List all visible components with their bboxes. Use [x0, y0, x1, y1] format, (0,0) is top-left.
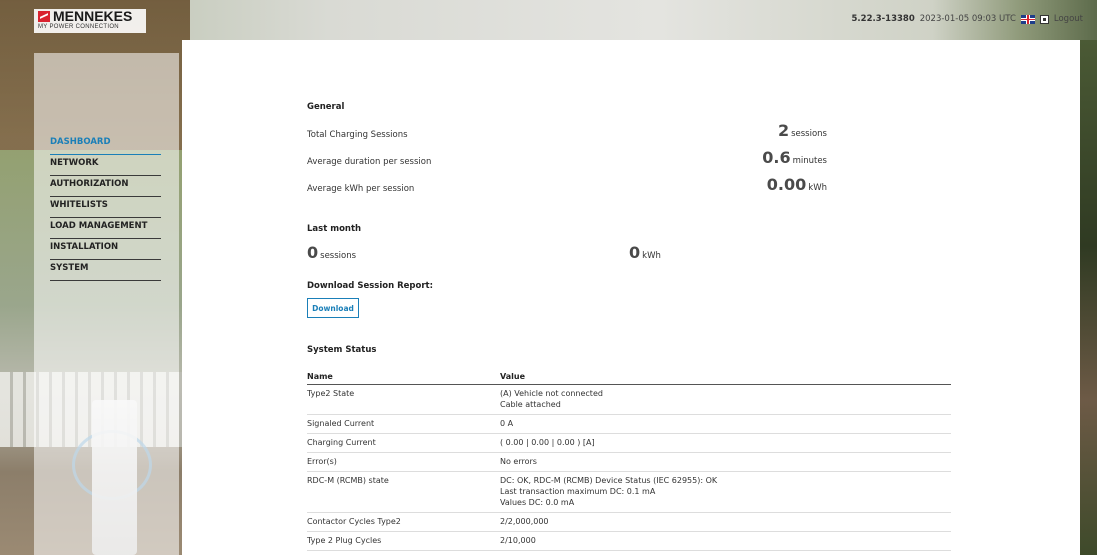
last-month-sessions-stat: 0 sessions — [307, 243, 356, 262]
status-name-cell: Type2 State — [307, 384, 500, 415]
status-name-cell: Error(s) — [307, 452, 500, 472]
last-month-kwh-unit: kWh — [642, 251, 661, 261]
status-value-line: DC: OK, RDC-M (RCMB) Device Status (IEC … — [500, 476, 718, 485]
status-value-line: Cable attached — [500, 400, 561, 409]
sidebar-item-installation[interactable]: INSTALLATION — [50, 239, 161, 260]
table-row: Contactor Cycles Type2 2/2,000,000 — [307, 512, 951, 532]
system-status-table: Name Value Type2 State (A) Vehicle not c… — [307, 369, 951, 551]
sidebar-item-dashboard[interactable]: DASHBOARD — [50, 134, 161, 155]
status-name-cell: Contactor Cycles Type2 — [307, 512, 500, 532]
status-value-line: 0 A — [500, 419, 514, 428]
status-value-cell: (A) Vehicle not connected Cable attached — [500, 384, 951, 415]
avg-kwh-label: Average kWh per session — [307, 184, 415, 194]
status-value-line: 2/10,000 — [500, 536, 536, 545]
last-month-kwh-stat: 0 kWh — [629, 243, 661, 262]
sidebar-item-load-management[interactable]: LOAD MANAGEMENT — [50, 218, 161, 239]
logo-tagline: MY POWER CONNECTION — [38, 24, 119, 30]
sidebar-item-network[interactable]: NETWORK — [50, 155, 161, 176]
general-heading: General — [307, 102, 345, 112]
mennekes-logo-icon — [38, 11, 50, 22]
table-row: Error(s) No errors — [307, 452, 951, 472]
status-value-line: Last transaction maximum DC: 0.1 mA — [500, 487, 656, 496]
status-value-cell: 2/10,000 — [500, 531, 951, 551]
logout-icon[interactable] — [1039, 14, 1049, 24]
uk-flag-icon[interactable] — [1020, 14, 1035, 24]
avg-kwh-stat: 0.00 kWh — [767, 175, 827, 194]
status-name-cell: Type 2 Plug Cycles — [307, 531, 500, 551]
sidebar-item-system[interactable]: SYSTEM — [50, 260, 161, 281]
status-value-line: ( 0.00 | 0.00 | 0.00 ) [A] — [500, 438, 595, 447]
table-row: RDC-M (RCMB) state DC: OK, RDC-M (RCMB) … — [307, 471, 951, 513]
sidebar-nav: DASHBOARD NETWORK AUTHORIZATION WHITELIS… — [50, 134, 161, 281]
mennekes-logo[interactable]: MENNEKES MY POWER CONNECTION — [34, 9, 146, 33]
last-month-sessions-unit: sessions — [320, 251, 357, 261]
table-row: Type 2 Plug Cycles 2/10,000 — [307, 531, 951, 551]
column-header-value: Value — [500, 369, 951, 385]
table-row: Charging Current ( 0.00 | 0.00 | 0.00 ) … — [307, 433, 951, 453]
avg-kwh-unit: kWh — [808, 183, 827, 193]
status-value-line: 2/2,000,000 — [500, 517, 549, 526]
table-row: Signaled Current 0 A — [307, 414, 951, 434]
status-value-cell: No errors — [500, 452, 951, 472]
last-month-kwh-value: 0 — [629, 243, 641, 262]
status-value-line: Values DC: 0.0 mA — [500, 498, 575, 507]
background-photo-right — [1079, 40, 1097, 555]
system-datetime: 2023-01-05 09:03 UTC — [919, 14, 1016, 24]
avg-duration-stat: 0.6 minutes — [762, 148, 827, 167]
download-button[interactable]: Download — [307, 298, 359, 318]
last-month-heading: Last month — [307, 224, 362, 234]
status-name-cell: Signaled Current — [307, 414, 500, 434]
download-report-heading: Download Session Report: — [307, 281, 433, 291]
avg-duration-value: 0.6 — [762, 148, 791, 167]
status-value-line: No errors — [500, 457, 537, 466]
firmware-version: 5.22.3-13380 — [851, 14, 915, 24]
last-month-sessions-value: 0 — [307, 243, 319, 262]
sidebar-panel — [34, 53, 179, 555]
top-bar: 5.22.3-13380 2023-01-05 09:03 UTC Logout — [852, 14, 1083, 24]
total-sessions-unit: sessions — [791, 129, 827, 139]
avg-duration-unit: minutes — [792, 156, 827, 166]
avg-kwh-value: 0.00 — [766, 175, 807, 194]
column-header-name: Name — [307, 369, 500, 385]
table-header-row: Name Value — [307, 369, 951, 385]
system-status-heading: System Status — [307, 345, 377, 355]
status-value-line: (A) Vehicle not connected — [500, 389, 603, 398]
avg-duration-label: Average duration per session — [307, 157, 432, 167]
status-name-cell: Charging Current — [307, 433, 500, 453]
status-value-cell: 2/2,000,000 — [500, 512, 951, 532]
status-name-cell: RDC-M (RCMB) state — [307, 471, 500, 513]
main-content: General Total Charging Sessions 2 session… — [182, 40, 1080, 555]
logo-text: MENNEKES — [53, 8, 133, 24]
status-value-cell: ( 0.00 | 0.00 | 0.00 ) [A] — [500, 433, 951, 453]
sidebar-item-whitelists[interactable]: WHITELISTS — [50, 197, 161, 218]
total-sessions-stat: 2 sessions — [778, 121, 827, 140]
status-value-cell: 0 A — [500, 414, 951, 434]
status-value-cell: DC: OK, RDC-M (RCMB) Device Status (IEC … — [500, 471, 951, 513]
table-row: Type2 State (A) Vehicle not connected Ca… — [307, 384, 951, 415]
total-sessions-value: 2 — [777, 121, 790, 140]
sidebar-item-authorization[interactable]: AUTHORIZATION — [50, 176, 161, 197]
total-sessions-label: Total Charging Sessions — [307, 130, 408, 140]
logout-link[interactable]: Logout — [1054, 14, 1083, 24]
